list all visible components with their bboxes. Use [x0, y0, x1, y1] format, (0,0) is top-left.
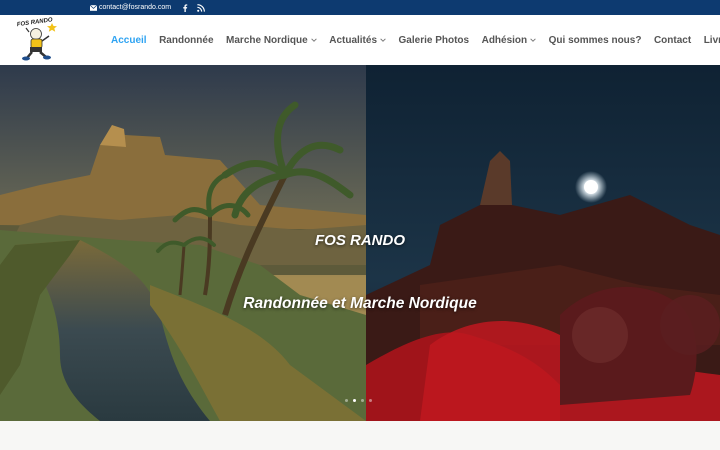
- nav-item-label: Contact: [653, 34, 692, 46]
- envelope-icon: [90, 4, 97, 11]
- email-text: contact@fosrando.com: [99, 4, 172, 11]
- facebook-link[interactable]: [180, 3, 189, 12]
- email-link[interactable]: contact@fosrando.com: [90, 4, 171, 11]
- hero-subtitle: Randonnée et Marche Nordique: [243, 295, 477, 312]
- nav-item-label: Qui sommes nous?: [548, 34, 642, 46]
- nav-item-randonn-e[interactable]: Randonnée: [159, 35, 213, 46]
- facebook-icon: [182, 3, 187, 12]
- nav-item-marche-nordique[interactable]: Marche Nordique: [226, 35, 317, 46]
- nav-item-qui-sommes-nous[interactable]: Qui sommes nous?: [549, 35, 642, 46]
- main-nav: Accueil Randonnée Marche Nordique Actualité…: [111, 15, 720, 65]
- slider-dot[interactable]: [353, 399, 356, 402]
- site-logo[interactable]: FOS RANDO: [16, 17, 58, 61]
- nav-item-label: Adhésion: [481, 34, 528, 46]
- site-header: FOS RANDO Accueil Randonnée Marche Nordiqu…: [0, 15, 720, 65]
- slider-dot[interactable]: [369, 399, 372, 402]
- hiker-logo-icon: FOS RANDO: [17, 17, 57, 61]
- chevron-down-icon: [530, 38, 536, 42]
- nav-item-label: Randonnée: [159, 34, 214, 46]
- nav-item-label: Livre d'or: [703, 34, 720, 46]
- top-bar: contact@fosrando.com: [0, 0, 720, 15]
- nav-item-contact[interactable]: Contact: [654, 35, 691, 46]
- rss-icon: [196, 3, 205, 12]
- nav-item-accueil[interactable]: Accueil: [111, 35, 147, 46]
- nav-item-label: Accueil: [111, 34, 147, 46]
- slider-dot[interactable]: [361, 399, 364, 402]
- nav-item-actualit-s[interactable]: Actualités: [329, 35, 386, 46]
- hero-title: FOS RANDO: [315, 232, 405, 249]
- rss-link[interactable]: [196, 3, 205, 12]
- hero-slider: FOS RANDO Randonnée et Marche Nordique: [0, 65, 720, 421]
- nav-item-label: Marche Nordique: [226, 34, 308, 46]
- content-section: [0, 421, 720, 450]
- slider-dot[interactable]: [345, 399, 348, 402]
- slider-pagination: [345, 399, 372, 402]
- nav-item-label: Galerie Photos: [398, 34, 470, 46]
- nav-item-livre-d-or[interactable]: Livre d'or: [704, 35, 720, 46]
- nav-item-adh-sion[interactable]: Adhésion: [482, 35, 537, 46]
- nav-item-galerie-photos[interactable]: Galerie Photos: [399, 35, 470, 46]
- chevron-down-icon: [380, 38, 386, 42]
- nav-item-label: Actualités: [329, 34, 378, 46]
- top-bar-inner: contact@fosrando.com: [90, 0, 205, 15]
- chevron-down-icon: [310, 38, 317, 42]
